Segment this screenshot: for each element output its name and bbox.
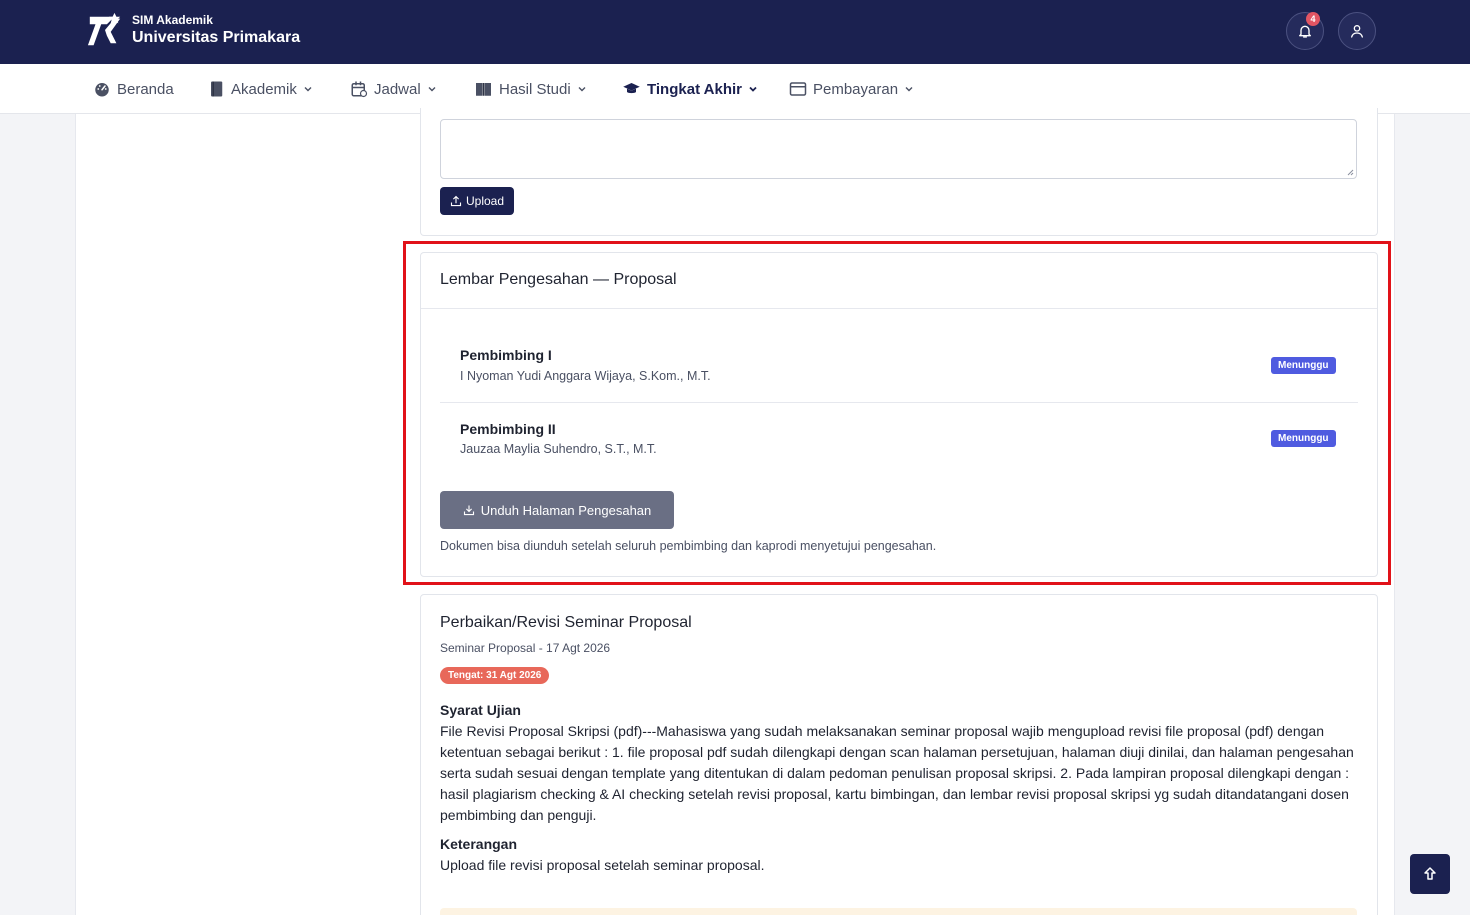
notes-label: Keterangan [440, 836, 518, 852]
nav-label-tingkat-akhir: Tingkat Akhir [647, 80, 743, 98]
book-icon [211, 81, 223, 97]
chevron-down-icon [578, 87, 586, 92]
nav-label-jadwal: Jadwal [374, 80, 421, 98]
brand-title: Universitas Primakara [132, 28, 301, 46]
nav-label-akademik: Akademik [231, 80, 297, 98]
highlight-frame [403, 241, 1391, 585]
upload-button[interactable]: Upload [440, 187, 514, 215]
notification-count-badge: 4 [1306, 12, 1320, 26]
nav-label-pembayaran: Pembayaran [813, 80, 899, 98]
scroll-to-top-button[interactable] [1410, 854, 1450, 894]
revision-note-textarea[interactable] [440, 119, 1357, 179]
book-open-icon [476, 83, 491, 96]
nav-item-pembayaran[interactable]: Pembayaran [789, 64, 914, 114]
brand-subtitle: SIM Akademik [132, 12, 213, 27]
chevron-down-icon [304, 87, 312, 92]
nav-label-beranda: Beranda [117, 80, 174, 98]
alert-box [440, 908, 1357, 915]
user-icon [1351, 25, 1363, 38]
notification-button[interactable]: 4 [1286, 12, 1324, 50]
arrow-up-icon [1424, 867, 1436, 880]
chevron-down-icon [428, 87, 436, 92]
dashboard-icon [95, 83, 109, 97]
brand[interactable]: SIM Akademik Universitas Primakara [86, 11, 300, 49]
nav-item-beranda[interactable]: Beranda [93, 64, 174, 114]
main-nav: Beranda Akademik Jadwal Hasil Studi Ting… [0, 64, 1470, 114]
credit-card-icon [789, 82, 807, 96]
nav-item-hasil-studi[interactable]: Hasil Studi [474, 64, 587, 114]
chevron-down-icon [749, 86, 757, 92]
nav-item-tingkat-akhir[interactable]: Tingkat Akhir [622, 64, 758, 114]
calendar-icon [351, 81, 368, 98]
requirements-label: Syarat Ujian [440, 702, 521, 718]
top-header: SIM Akademik Universitas Primakara 4 [0, 0, 1470, 64]
revision-title: Perbaikan/Revisi Seminar Proposal [440, 614, 692, 631]
chevron-down-icon [905, 87, 913, 92]
upload-button-label: Upload [465, 194, 505, 208]
upload-icon [450, 195, 462, 207]
university-logo-icon [87, 12, 121, 46]
requirements-text: File Revisi Proposal Skripsi (pdf)---Mah… [440, 723, 1354, 823]
nav-label-hasil-studi: Hasil Studi [499, 80, 571, 98]
notes-text: Upload file revisi proposal setelah semi… [440, 857, 765, 873]
graduation-cap-icon [623, 83, 640, 94]
revision-subtitle: Seminar Proposal - 17 Agt 2026 [440, 641, 611, 655]
user-menu-button[interactable] [1338, 12, 1376, 50]
nav-item-akademik[interactable]: Akademik [209, 64, 313, 114]
deadline-badge: Tengat: 31 Agt 2026 [440, 667, 550, 684]
nav-item-jadwal[interactable]: Jadwal [350, 64, 437, 114]
resize-grip-icon[interactable] [1346, 168, 1354, 176]
